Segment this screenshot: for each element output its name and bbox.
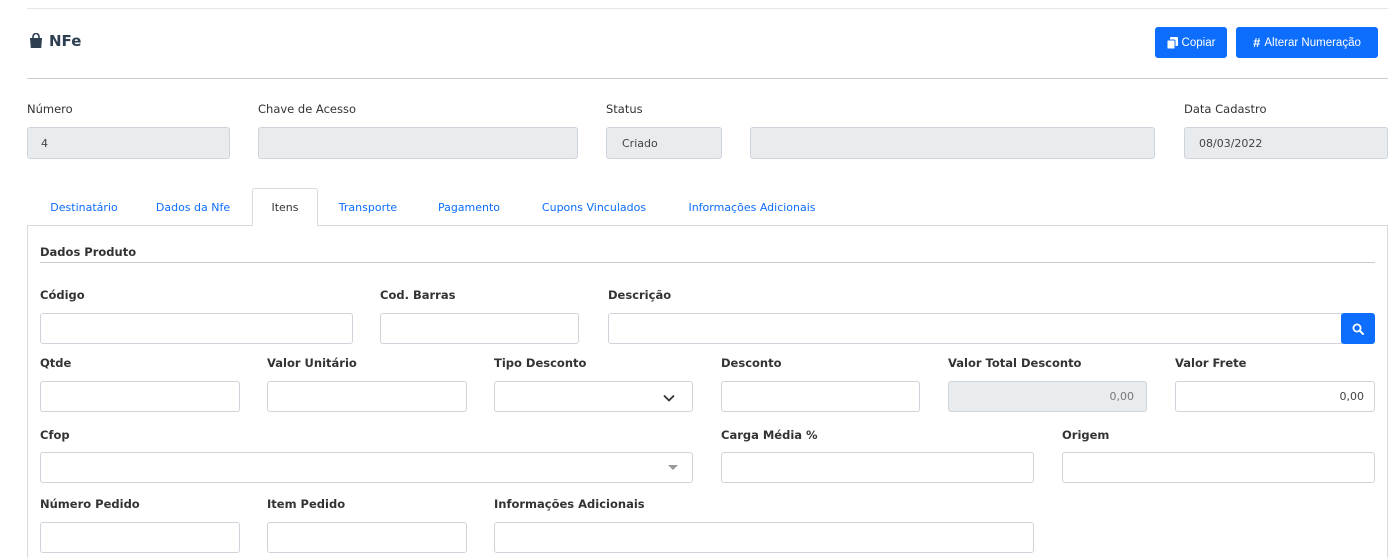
page-title-text: NFe [49, 32, 82, 50]
alterar-numeracao-label: Alterar Numeração [1264, 36, 1361, 49]
cod-barras-input[interactable] [380, 313, 579, 344]
descricao-label: Descrição [608, 288, 672, 302]
item-pedido-input[interactable] [267, 522, 467, 553]
caret-down-icon [668, 465, 678, 470]
tab-pagamento[interactable]: Pagamento [424, 188, 514, 226]
valor-frete-input[interactable]: 0,00 [1175, 381, 1375, 412]
shopping-bag-icon [30, 33, 42, 48]
page-title: NFe [28, 30, 81, 52]
cfop-label: Cfop [40, 428, 70, 442]
numero-label: Número [27, 102, 73, 116]
status-label: Status [606, 102, 643, 116]
search-button[interactable] [1341, 313, 1375, 344]
valor-total-desconto-label: Valor Total Desconto [948, 356, 1082, 370]
tab-destinatario[interactable]: Destinatário [34, 188, 134, 226]
tab-informacoes-adicionais[interactable]: Informações Adicionais [674, 188, 830, 226]
chave-acesso-field [258, 127, 578, 159]
codigo-input[interactable] [40, 313, 353, 344]
copy-button[interactable]: Copiar [1155, 27, 1227, 58]
tab-transporte[interactable]: Transporte [326, 188, 410, 226]
copy-icon [1166, 36, 1178, 49]
tipo-desconto-select[interactable] [494, 381, 693, 412]
qtde-label: Qtde [40, 356, 72, 370]
codigo-label: Código [40, 288, 85, 302]
alterar-numeracao-button[interactable]: # Alterar Numeração [1236, 27, 1378, 58]
chave-acesso-label: Chave de Acesso [258, 102, 357, 116]
cfop-select[interactable] [40, 452, 693, 483]
tab-cupons-vinculados[interactable]: Cupons Vinculados [528, 188, 660, 226]
desconto-input[interactable] [721, 381, 920, 412]
tab-dados-nfe[interactable]: Dados da Nfe [142, 188, 244, 226]
valor-total-desconto-field: 0,00 [948, 381, 1147, 412]
status-field: Criado [606, 127, 722, 159]
tab-itens[interactable]: Itens [252, 188, 318, 226]
item-pedido-label: Item Pedido [267, 497, 346, 511]
origem-label: Origem [1062, 428, 1110, 442]
cod-barras-label: Cod. Barras [380, 288, 456, 302]
chevron-down-icon [663, 394, 675, 402]
search-icon [1352, 323, 1364, 335]
carga-media-input[interactable] [721, 452, 1034, 483]
copy-button-label: Copiar [1181, 36, 1216, 49]
top-divider [27, 8, 1388, 9]
info-adicionais-input[interactable] [494, 522, 1034, 553]
numero-pedido-label: Número Pedido [40, 497, 140, 511]
valor-frete-label: Valor Frete [1175, 356, 1247, 370]
valor-unitario-input[interactable] [267, 381, 467, 412]
info-adicionais-label: Informações Adicionais [494, 497, 645, 511]
descricao-input[interactable] [608, 313, 1342, 344]
tipo-desconto-label: Tipo Desconto [494, 356, 587, 370]
data-cadastro-field: 08/03/2022 [1184, 127, 1388, 159]
carga-media-label: Carga Média % [721, 428, 818, 442]
header-divider [27, 78, 1388, 79]
data-cadastro-label: Data Cadastro [1184, 102, 1267, 116]
valor-unitario-label: Valor Unitário [267, 356, 357, 370]
numero-field: 4 [27, 127, 230, 159]
section-divider [40, 262, 1375, 263]
section-title: Dados Produto [40, 245, 137, 259]
origem-input[interactable] [1062, 452, 1375, 483]
desconto-label: Desconto [721, 356, 782, 370]
numero-pedido-input[interactable] [40, 522, 240, 553]
status-detail-field [750, 127, 1155, 159]
hash-icon: # [1253, 35, 1261, 50]
qtde-input[interactable] [40, 381, 240, 412]
